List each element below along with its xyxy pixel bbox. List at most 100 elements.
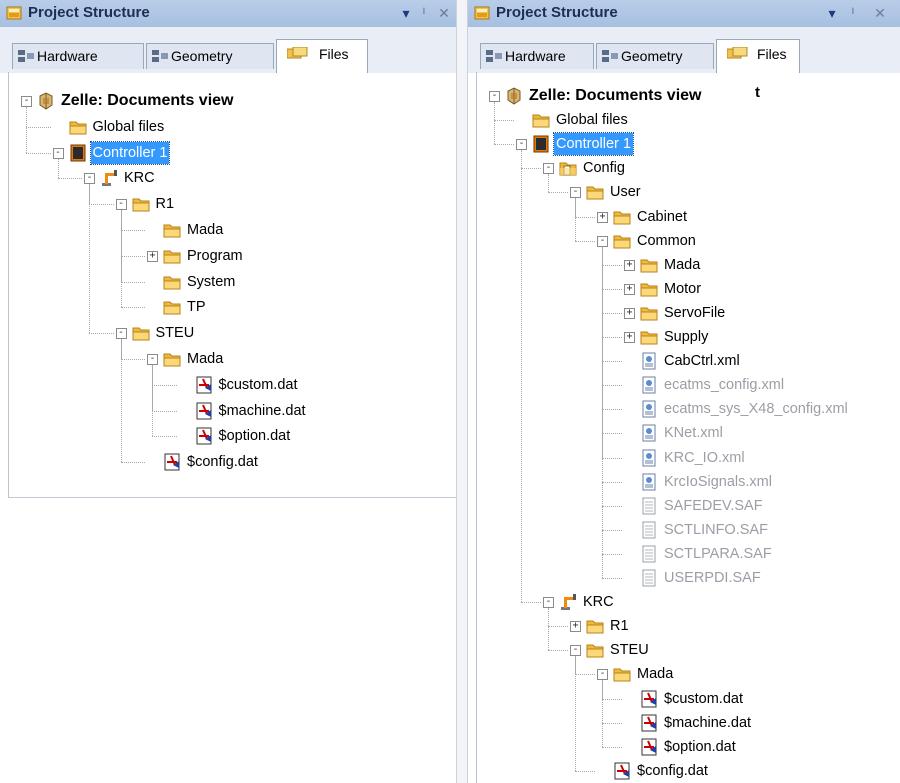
collapse-icon[interactable]: - [543, 163, 554, 175]
tab-label: Hardware [37, 48, 98, 64]
folder-icon [640, 280, 658, 298]
xml-file-icon [640, 400, 658, 418]
panel-title-bar[interactable]: Project Structure ▾ ᛌ ✕ [0, 0, 456, 28]
saf-file-icon [640, 545, 658, 563]
tree-connector [120, 210, 122, 308]
xml-file-icon [640, 473, 658, 491]
pin-icon[interactable]: ᛌ [416, 4, 432, 22]
tree-connector [602, 264, 622, 266]
tree-connector [575, 240, 595, 242]
tree-node-label: $option.dat [664, 738, 736, 755]
collapse-icon[interactable]: - [84, 173, 95, 185]
tree-connector [521, 168, 541, 170]
expand-icon[interactable]: + [624, 332, 635, 343]
tree-connector [152, 384, 177, 386]
close-icon[interactable]: ✕ [872, 4, 888, 22]
tree-connector [89, 184, 90, 334]
tree-connector [575, 674, 595, 676]
files-tree: Zelle: Documents view - Global files Contro… [8, 72, 456, 498]
tree-connector [120, 359, 145, 360]
tree-node-label: Global files [92, 118, 165, 135]
expand-icon[interactable]: + [570, 621, 581, 633]
tab-geometry[interactable]: Geometry [146, 43, 274, 69]
tree-connector [602, 722, 622, 724]
close-icon[interactable]: ✕ [436, 4, 452, 22]
tab-geometry[interactable]: Geometry [596, 43, 714, 69]
panel-splitter[interactable] [456, 0, 468, 783]
tree-connector [602, 312, 622, 314]
collapse-icon[interactable]: - [597, 669, 608, 681]
tree-node-label: Common [637, 232, 696, 249]
expand-icon[interactable]: + [147, 250, 158, 262]
tree-connector [152, 365, 153, 437]
tree-connector [494, 102, 495, 145]
xml-file-icon [640, 376, 658, 394]
tab-label: Hardware [505, 48, 566, 64]
expand-icon[interactable]: + [624, 259, 635, 271]
tree-node-label: KNet.xml [664, 425, 723, 442]
folder-icon [613, 208, 631, 226]
folder-icon [163, 273, 181, 291]
tree-node-label: Zelle: Documents view [61, 92, 234, 109]
tree-connector [152, 410, 177, 412]
tab-files[interactable]: Files [276, 39, 368, 73]
tab-hardware[interactable]: Hardware [480, 43, 594, 69]
dat-file-icon [195, 402, 213, 420]
project-structure-panel-right: Project Structure ▾ ᛌ ✕ Hardware Geometr… [468, 0, 900, 783]
folder-icon [163, 298, 181, 316]
collapse-icon[interactable]: - [489, 91, 500, 102]
dat-file-icon [195, 427, 213, 445]
dropdown-icon[interactable]: ▾ [398, 4, 414, 22]
dropdown-icon[interactable]: ▾ [824, 4, 840, 22]
tree-connector [89, 333, 114, 335]
tree-node-label: Mada [637, 666, 674, 683]
tree-connector [602, 337, 622, 338]
tree-connector [26, 152, 51, 154]
collapse-icon[interactable]: - [570, 187, 581, 199]
panel-title: Project Structure [28, 4, 150, 21]
collapse-icon[interactable]: - [543, 597, 554, 609]
expand-icon[interactable]: + [624, 307, 635, 319]
panel-title-bar[interactable]: Project Structure ▾ ᛌ ✕ [468, 0, 900, 28]
collapse-icon[interactable]: - [115, 328, 127, 340]
tree-node-label: CabCtrl.xml [664, 353, 740, 370]
panel-title: Project Structure [496, 4, 618, 21]
folder-icon [163, 221, 181, 239]
folder-icon [532, 111, 550, 129]
collapse-icon[interactable]: - [570, 645, 581, 657]
tree-node-label: Motor [664, 280, 702, 297]
tree-connector [602, 680, 603, 747]
tree-node-label: TP [187, 299, 206, 316]
collapse-icon[interactable]: - [52, 147, 64, 159]
folder-icon [132, 195, 150, 213]
tab-files[interactable]: Files [716, 39, 800, 73]
tree-connector [602, 409, 622, 411]
dat-file-icon [613, 762, 631, 780]
tree-connector [602, 746, 622, 748]
folder-icon [69, 118, 87, 136]
collapse-icon[interactable]: - [115, 199, 127, 211]
tree-node-label: ecatms_sys_X48_config.xml [664, 401, 848, 418]
collapse-icon[interactable]: - [21, 96, 32, 107]
tree-node-label: SCTLINFO.SAF [664, 521, 768, 538]
collapse-icon[interactable]: - [597, 235, 608, 247]
expand-icon[interactable]: + [597, 211, 608, 223]
tree-node-label: Controller 1 [89, 140, 171, 165]
dat-file-icon [195, 376, 213, 394]
tree-connector [548, 650, 568, 652]
tree-node-label: Mada [187, 222, 224, 238]
xml-file-icon [640, 424, 658, 442]
tab-hardware[interactable]: Hardware [12, 43, 144, 69]
tree-node-label: KRC_IO.xml [664, 449, 745, 466]
pin-icon[interactable]: ᛌ [845, 4, 861, 22]
expand-icon[interactable]: + [624, 283, 635, 295]
collapse-icon[interactable]: - [147, 354, 158, 365]
tree-node-label: $custom.dat [664, 690, 743, 707]
collapse-icon[interactable]: - [516, 139, 527, 151]
tree-node-label: Global files [556, 112, 628, 129]
files-icon [727, 47, 748, 59]
hardware-icon [18, 50, 34, 62]
tree-connector [575, 770, 595, 772]
tree-node-label: USERPDI.SAF [664, 570, 761, 586]
folder-icon [640, 256, 658, 274]
